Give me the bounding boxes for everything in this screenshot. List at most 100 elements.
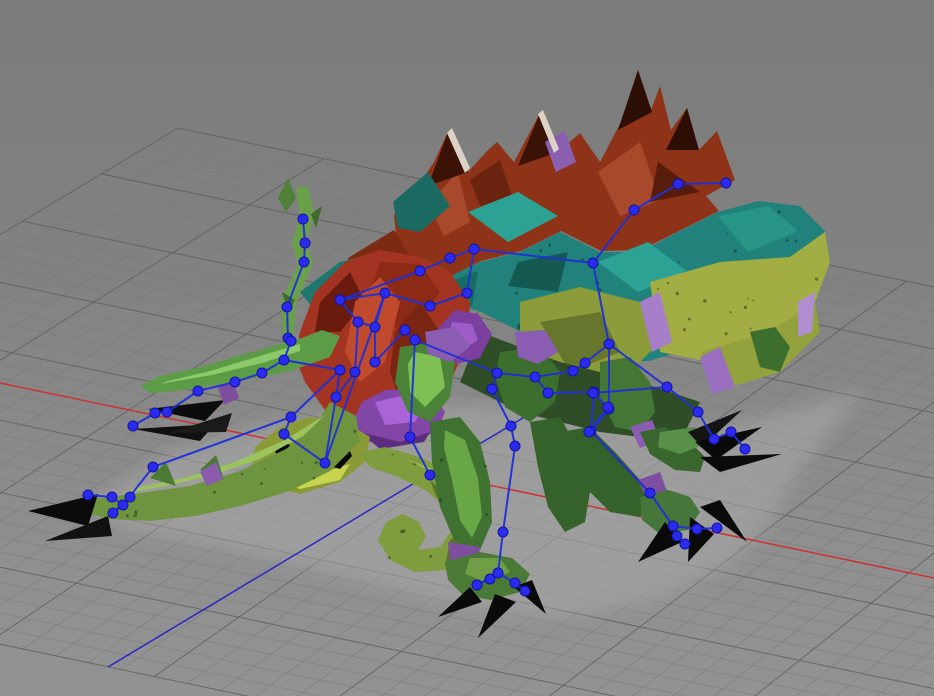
skeleton-joint[interactable] — [725, 426, 737, 438]
skeleton-joint[interactable] — [82, 489, 94, 501]
skeleton-joint[interactable] — [542, 387, 554, 399]
viewport-3d[interactable] — [0, 0, 934, 696]
skeleton-joint[interactable] — [602, 401, 614, 413]
skeleton-joint[interactable] — [444, 252, 456, 264]
speckle-dot — [440, 458, 444, 462]
speckle-dot — [301, 462, 304, 465]
skeleton-joint[interactable] — [711, 522, 723, 534]
skeleton-joint[interactable] — [505, 420, 517, 432]
speckle-dot — [746, 297, 749, 300]
skeleton-joint[interactable] — [739, 443, 751, 455]
skeleton-joint[interactable] — [278, 354, 290, 366]
skeleton-joint[interactable] — [369, 321, 381, 333]
skeleton-joint[interactable] — [192, 385, 204, 397]
skeleton-joint[interactable] — [461, 287, 473, 299]
skeleton-joint[interactable] — [281, 301, 293, 313]
skeleton-joint[interactable] — [661, 381, 673, 393]
speckle-dot — [678, 261, 681, 264]
skeleton-joint[interactable] — [409, 334, 421, 346]
skeleton-joint[interactable] — [692, 406, 704, 418]
speckle-dot — [213, 490, 216, 494]
skeleton-joint[interactable] — [603, 338, 615, 350]
skeleton-joint[interactable] — [667, 520, 679, 532]
skeleton-joint[interactable] — [671, 530, 683, 542]
skeleton-joint[interactable] — [672, 178, 684, 190]
scene-svg — [0, 70, 934, 696]
skeleton-joint[interactable] — [529, 371, 541, 383]
skeleton-joint[interactable] — [147, 461, 159, 473]
skeleton-joint[interactable] — [471, 579, 483, 591]
skeleton-joint[interactable] — [720, 177, 732, 189]
skeleton-joint[interactable] — [399, 324, 411, 336]
speckle-dot — [312, 476, 316, 480]
skeleton-joint[interactable] — [319, 457, 331, 469]
speckle-dot — [729, 311, 732, 314]
skeleton-joint[interactable] — [587, 257, 599, 269]
skeleton-joint[interactable] — [644, 487, 656, 499]
skeleton-joint[interactable] — [369, 356, 381, 368]
skeleton-joint[interactable] — [379, 287, 391, 299]
speckle-dot — [517, 326, 521, 330]
speckle-dot — [724, 332, 728, 336]
skeleton-joint[interactable] — [334, 364, 346, 376]
speckle-dot — [814, 277, 819, 281]
speckle-dot — [752, 299, 755, 302]
speckle-dot — [687, 317, 691, 321]
skeleton-joint[interactable] — [106, 491, 118, 503]
speckle-dot — [515, 291, 519, 295]
speckle-dot — [125, 514, 129, 518]
skeleton-joint[interactable] — [127, 420, 139, 432]
skeleton-joint[interactable] — [107, 507, 119, 519]
speckle-dot — [240, 472, 244, 476]
skeleton-joint[interactable] — [519, 585, 531, 597]
bone-line — [547, 391, 595, 394]
skeleton-joint[interactable] — [229, 376, 241, 388]
skeleton-joint[interactable] — [298, 256, 310, 268]
skeleton-joint[interactable] — [330, 391, 342, 403]
skeleton-joint[interactable] — [349, 366, 361, 378]
skeleton-joint[interactable] — [352, 316, 364, 328]
skeleton-joint[interactable] — [256, 367, 268, 379]
skeleton-joint[interactable] — [278, 428, 290, 440]
skeleton-joint[interactable] — [161, 406, 173, 418]
speckle-dot — [260, 482, 263, 485]
skeleton-joint[interactable] — [583, 426, 595, 438]
skeleton-joint[interactable] — [149, 407, 161, 419]
speckle-dot — [682, 328, 687, 332]
skeleton-joint[interactable] — [285, 335, 297, 347]
skeleton-joint[interactable] — [424, 469, 436, 481]
skeleton-joint[interactable] — [124, 491, 136, 503]
speckle-dot — [483, 464, 487, 468]
skeleton-joint[interactable] — [509, 577, 521, 589]
skeleton-joint[interactable] — [579, 357, 591, 369]
skeleton-joint[interactable] — [285, 411, 297, 423]
skeleton-joint[interactable] — [708, 433, 720, 445]
skeleton-joint[interactable] — [486, 383, 498, 395]
skeleton-joint[interactable] — [297, 213, 309, 225]
skeleton-joint[interactable] — [691, 523, 703, 535]
speckle-dot — [314, 461, 318, 465]
skeleton-joint[interactable] — [587, 387, 599, 399]
speckle-dot — [703, 299, 707, 303]
skeleton-joint[interactable] — [424, 300, 436, 312]
speckle-dot — [438, 498, 443, 503]
skeleton-joint[interactable] — [497, 526, 509, 538]
skeleton-joint[interactable] — [468, 243, 480, 255]
skeleton-joint[interactable] — [117, 499, 129, 511]
speckle-dot — [656, 287, 659, 290]
speckle-dot — [391, 453, 394, 456]
skeleton-joint[interactable] — [299, 237, 311, 249]
speckle-dot — [134, 510, 138, 514]
skeleton-joint[interactable] — [334, 294, 346, 306]
skeleton-joint[interactable] — [492, 567, 504, 579]
skeleton-joint[interactable] — [414, 265, 426, 277]
bone-line — [677, 182, 727, 185]
skeleton-joint[interactable] — [679, 538, 691, 550]
skeleton-joint[interactable] — [509, 440, 521, 452]
speckle-dot — [399, 529, 404, 534]
skeleton-joint[interactable] — [628, 204, 640, 216]
skeleton-joint[interactable] — [404, 431, 416, 443]
skeleton-joint[interactable] — [567, 365, 579, 377]
skeleton-joint[interactable] — [491, 367, 503, 379]
speckle-dot — [353, 429, 357, 433]
